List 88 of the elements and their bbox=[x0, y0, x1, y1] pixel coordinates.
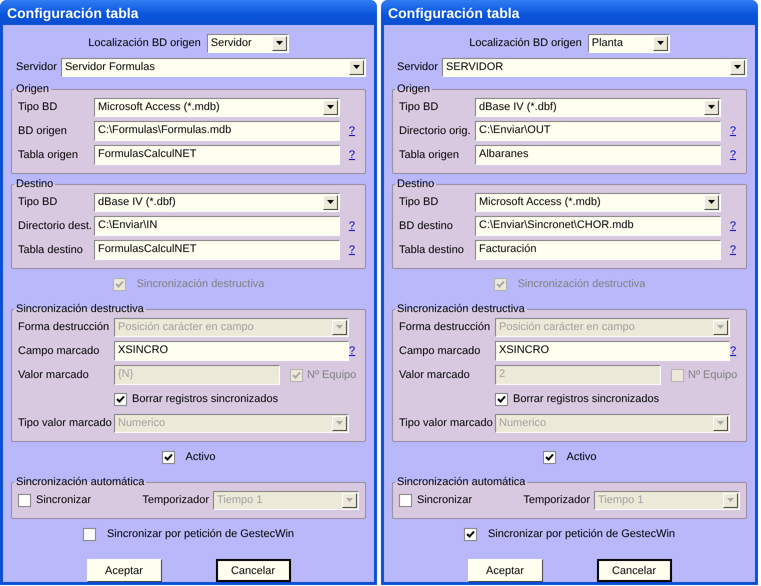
checkbox[interactable] bbox=[162, 450, 175, 464]
checkbox[interactable] bbox=[18, 494, 31, 506]
field-label: Forma destrucción bbox=[18, 321, 110, 333]
checkbox[interactable] bbox=[542, 450, 556, 464]
help-link[interactable]: ? bbox=[348, 125, 355, 137]
dropdown[interactable]: SERVIDOR bbox=[442, 58, 747, 76]
checkbox-label: Sincronización destructiva bbox=[136, 278, 264, 290]
field-label: Directorio orig. bbox=[399, 125, 472, 137]
dialog-button[interactable]: Aceptar bbox=[468, 559, 542, 582]
help-link[interactable]: ? bbox=[348, 220, 355, 232]
text-field[interactable]: C:\Formulas\Formulas.mdb bbox=[94, 121, 340, 141]
group-title: Origen bbox=[15, 83, 50, 95]
field-label: Tipo BD bbox=[18, 101, 58, 113]
checkbox[interactable] bbox=[114, 392, 127, 406]
checkbox-label: Sincronizar por petición de GestecWin bbox=[106, 528, 294, 540]
field-label: Temporizador bbox=[523, 494, 590, 506]
dropdown[interactable]: dBase IV (*.dbf) bbox=[475, 98, 721, 116]
checkbox[interactable] bbox=[495, 392, 508, 406]
field-label: Tipo BD bbox=[18, 196, 58, 208]
text-field[interactable]: C:\Enviar\Sincronet\CHOR.mdb bbox=[475, 216, 721, 236]
group-title: Sincronización destructiva bbox=[15, 303, 145, 315]
checkbox[interactable] bbox=[399, 494, 412, 506]
field-label: Tipo valor marcado bbox=[18, 417, 113, 429]
dropdown[interactable]: dBase IV (*.dbf) bbox=[94, 192, 340, 212]
field-label: Campo marcado bbox=[18, 345, 100, 357]
group-title: Destino bbox=[15, 178, 54, 190]
group-title: Sincronización automática bbox=[15, 476, 146, 488]
checkbox-label: Activo bbox=[566, 451, 596, 463]
field-label: Tabla destino bbox=[399, 244, 465, 256]
field-label: Directorio dest. bbox=[18, 220, 93, 232]
text-field[interactable]: FormulasCalculNET bbox=[94, 145, 340, 165]
dropdown[interactable]: Planta bbox=[588, 34, 670, 52]
text-field[interactable]: C:\Enviar\OUT bbox=[475, 121, 721, 141]
dropdown[interactable]: Microsoft Access (*.mdb) bbox=[475, 192, 721, 212]
field-label: Valor marcado bbox=[18, 369, 90, 381]
checkbox-label: Nº Equipo bbox=[307, 369, 356, 381]
help-link[interactable]: ? bbox=[730, 125, 736, 137]
field-label: Tabla origen bbox=[399, 149, 460, 161]
dropdown[interactable]: Microsoft Access (*.mdb) bbox=[94, 98, 340, 116]
field-label: Tabla destino bbox=[18, 244, 84, 256]
field-label: Tabla origen bbox=[18, 149, 79, 161]
help-link[interactable]: ? bbox=[730, 149, 736, 161]
help-link[interactable]: ? bbox=[349, 345, 356, 357]
checkbox-label: Sincronizar bbox=[36, 494, 92, 506]
field-label: Tipo valor marcado bbox=[399, 417, 494, 429]
help-link[interactable]: ? bbox=[348, 149, 355, 161]
help-link[interactable]: ? bbox=[730, 244, 736, 256]
group-title: Sincronización destructiva bbox=[396, 303, 526, 315]
text-field[interactable]: XSINCRO bbox=[114, 341, 349, 361]
checkbox[interactable] bbox=[82, 528, 96, 540]
text-field[interactable]: Facturación bbox=[475, 240, 721, 260]
window-title: Configuración tabla bbox=[388, 4, 520, 20]
help-link[interactable]: ? bbox=[348, 244, 355, 256]
field-label: Valor marcado bbox=[399, 369, 471, 381]
checkbox-label: Activo bbox=[186, 451, 216, 463]
text-field[interactable]: Albaranes bbox=[475, 145, 721, 165]
field-label: Tipo BD bbox=[399, 196, 440, 208]
field-label: Forma destrucción bbox=[399, 321, 492, 333]
group-title: Sincronización automática bbox=[396, 476, 526, 488]
help-link[interactable]: ? bbox=[730, 220, 736, 232]
checkbox[interactable] bbox=[464, 528, 477, 540]
checkbox-label: Nº Equipo bbox=[688, 369, 738, 381]
dialog-button[interactable]: Cancelar bbox=[216, 559, 290, 582]
checkbox-label: Borrar registros sincronizados bbox=[132, 393, 278, 405]
text-field[interactable]: XSINCRO bbox=[495, 341, 730, 361]
checkbox-label: Sincronización destructiva bbox=[518, 278, 646, 290]
help-link[interactable]: ? bbox=[730, 345, 736, 357]
checkbox-label: Sincronizar bbox=[417, 494, 472, 506]
field-label: Servidor bbox=[16, 61, 57, 73]
group-title: Destino bbox=[396, 178, 436, 190]
field-label: Localización BD origen bbox=[88, 37, 201, 49]
dropdown[interactable]: Servidor Formulas bbox=[60, 58, 366, 76]
text-field[interactable]: FormulasCalculNET bbox=[94, 240, 340, 260]
field-label: Localización BD origen bbox=[469, 37, 582, 49]
group-title: Origen bbox=[396, 83, 432, 95]
checkbox-label: Sincronizar por petición de GestecWin bbox=[488, 528, 676, 540]
dropdown[interactable]: Servidor bbox=[206, 34, 289, 52]
dialog-button[interactable]: Aceptar bbox=[86, 559, 162, 582]
field-label: Campo marcado bbox=[399, 345, 482, 357]
field-label: BD origen bbox=[18, 125, 68, 137]
text-field[interactable]: C:\Enviar\IN bbox=[94, 216, 340, 236]
field-label: Temporizador bbox=[142, 494, 209, 506]
field-label: Servidor bbox=[397, 61, 438, 73]
field-label: BD destino bbox=[399, 220, 454, 232]
checkbox-label: Borrar registros sincronizados bbox=[513, 393, 660, 405]
dialog-button[interactable]: Cancelar bbox=[596, 559, 672, 582]
window-title: Configuración tabla bbox=[7, 4, 138, 20]
field-label: Tipo BD bbox=[399, 101, 440, 113]
